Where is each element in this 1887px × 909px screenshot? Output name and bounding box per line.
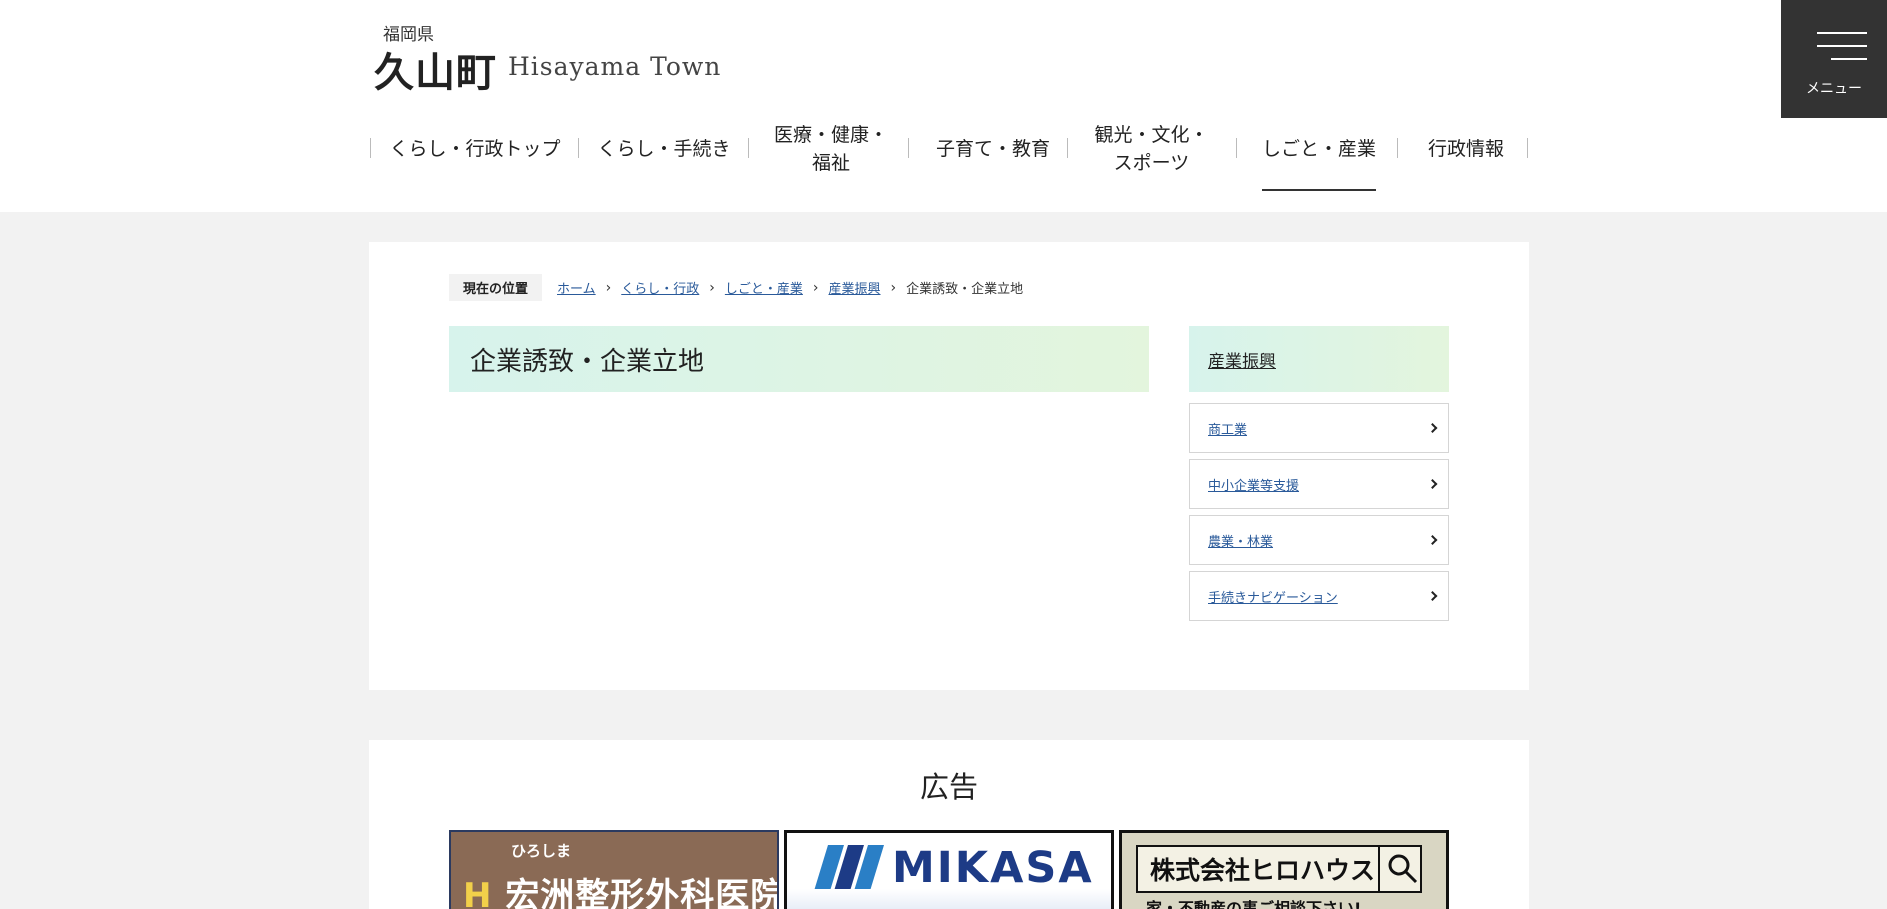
ad-banner-tagline: 家・不動産の事ご相談下さい! <box>1146 899 1362 909</box>
nav-item-medical-welfare[interactable]: 医療・健康・ 福祉 <box>750 118 912 180</box>
breadcrumb-link-kurashi[interactable]: くらし・行政 <box>621 278 699 297</box>
ad-banner-hiroshima-clinic[interactable]: ひろしま H 宏洲整形外科医院 <box>449 830 779 909</box>
chevron-right-icon: › <box>890 279 897 296</box>
menu-label: メニュー <box>1806 81 1862 97</box>
chevron-right-icon: › <box>812 279 819 296</box>
side-nav-item-label[interactable]: 中小企業等支援 <box>1208 475 1299 494</box>
ad-banner-company: 株式会社ヒロハウス <box>1150 856 1376 885</box>
search-icon <box>1388 854 1418 884</box>
ad-banner-mikasa[interactable]: MIKASA <box>784 830 1114 909</box>
nav-active-indicator <box>1262 189 1376 191</box>
side-nav-item-label[interactable]: 商工業 <box>1208 419 1247 438</box>
nav-separator <box>1397 138 1398 158</box>
nav-item-admin-info[interactable]: 行政情報 <box>1399 118 1533 180</box>
page-title: 企業誘致・企業立地 <box>470 346 705 377</box>
nav-item-kurashi-top[interactable]: くらし・行政トップ <box>374 118 576 180</box>
ad-banner-main: H 宏洲整形外科医院 <box>463 868 779 909</box>
breadcrumb-link-industry[interactable]: 産業振興 <box>829 278 881 297</box>
breadcrumb-here-label: 現在の位置 <box>449 274 543 301</box>
nav-separator <box>1067 138 1068 158</box>
nav-separator <box>370 138 371 158</box>
breadcrumb-link-home[interactable]: ホーム <box>557 278 596 297</box>
nav-item-procedures[interactable]: くらし・手続き <box>580 118 748 180</box>
ad-banner-main-text: 宏洲整形外科医院 <box>505 876 779 909</box>
site-header: 福岡県 久山町 Hisayama Town メニュー くらし・行政トップ くらし… <box>0 0 1887 212</box>
ad-banner-sub: ひろしま <box>511 842 572 860</box>
side-nav-item-procedure-navi[interactable]: 手続きナビゲーション <box>1189 571 1449 621</box>
breadcrumb-link-work[interactable]: しごと・産業 <box>725 278 803 297</box>
nav-item-work-industry[interactable]: しごと・産業 <box>1238 118 1400 180</box>
side-nav-item-commerce[interactable]: 商工業 <box>1189 403 1449 453</box>
ad-section: 広告 ひろしま H 宏洲整形外科医院 MIKASA 株式会社ヒロハウス 家・不動… <box>369 740 1529 909</box>
mikasa-logo-icon <box>814 845 884 891</box>
side-nav-heading-link[interactable]: 産業振興 <box>1208 347 1276 372</box>
side-nav-heading: 産業振興 <box>1189 326 1449 392</box>
town-name-jp: 久山町 <box>374 49 497 96</box>
chevron-right-icon <box>1427 535 1438 545</box>
side-nav-item-agriculture[interactable]: 農業・林業 <box>1189 515 1449 565</box>
chevron-right-icon <box>1427 423 1438 433</box>
town-name-en: Hisayama Town <box>508 52 722 81</box>
nav-separator <box>908 138 909 158</box>
chevron-right-icon <box>1427 479 1438 489</box>
side-nav-item-sme-support[interactable]: 中小企業等支援 <box>1189 459 1449 509</box>
main-content: 現在の位置 ホーム › くらし・行政 › しごと・産業 › 産業振興 › 企業誘… <box>369 242 1529 690</box>
chevron-right-icon: › <box>605 279 612 296</box>
nav-separator <box>1236 138 1237 158</box>
ad-banner-mikasa-name: MIKASA <box>892 843 1094 893</box>
chevron-right-icon <box>1427 591 1438 601</box>
menu-button[interactable]: メニュー <box>1781 0 1887 118</box>
nav-separator <box>748 138 749 158</box>
hamburger-icon <box>1817 32 1867 62</box>
nav-item-tourism-culture[interactable]: 観光・文化・ スポーツ <box>1069 118 1234 180</box>
nav-item-childcare-education[interactable]: 子育て・教育 <box>910 118 1076 180</box>
nav-separator <box>1527 138 1528 158</box>
ad-banner-main-mark: H <box>463 876 493 909</box>
ad-heading: 広告 <box>919 770 978 804</box>
breadcrumb-current: 企業誘致・企業立地 <box>906 282 1024 297</box>
ad-banner-hirohouse[interactable]: 株式会社ヒロハウス 家・不動産の事ご相談下さい! <box>1119 830 1449 909</box>
chevron-right-icon: › <box>709 279 715 296</box>
page-title-box: 企業誘致・企業立地 <box>449 326 1149 392</box>
breadcrumb: 現在の位置 ホーム › くらし・行政 › しごと・産業 › 産業振興 › 企業誘… <box>449 274 1023 301</box>
nav-separator <box>578 138 579 158</box>
side-nav-item-label[interactable]: 手続きナビゲーション <box>1208 587 1338 606</box>
side-nav-item-label[interactable]: 農業・林業 <box>1208 531 1273 550</box>
side-nav: 産業振興 商工業 中小企業等支援 農業・林業 手続きナビゲーション <box>1189 326 1449 621</box>
